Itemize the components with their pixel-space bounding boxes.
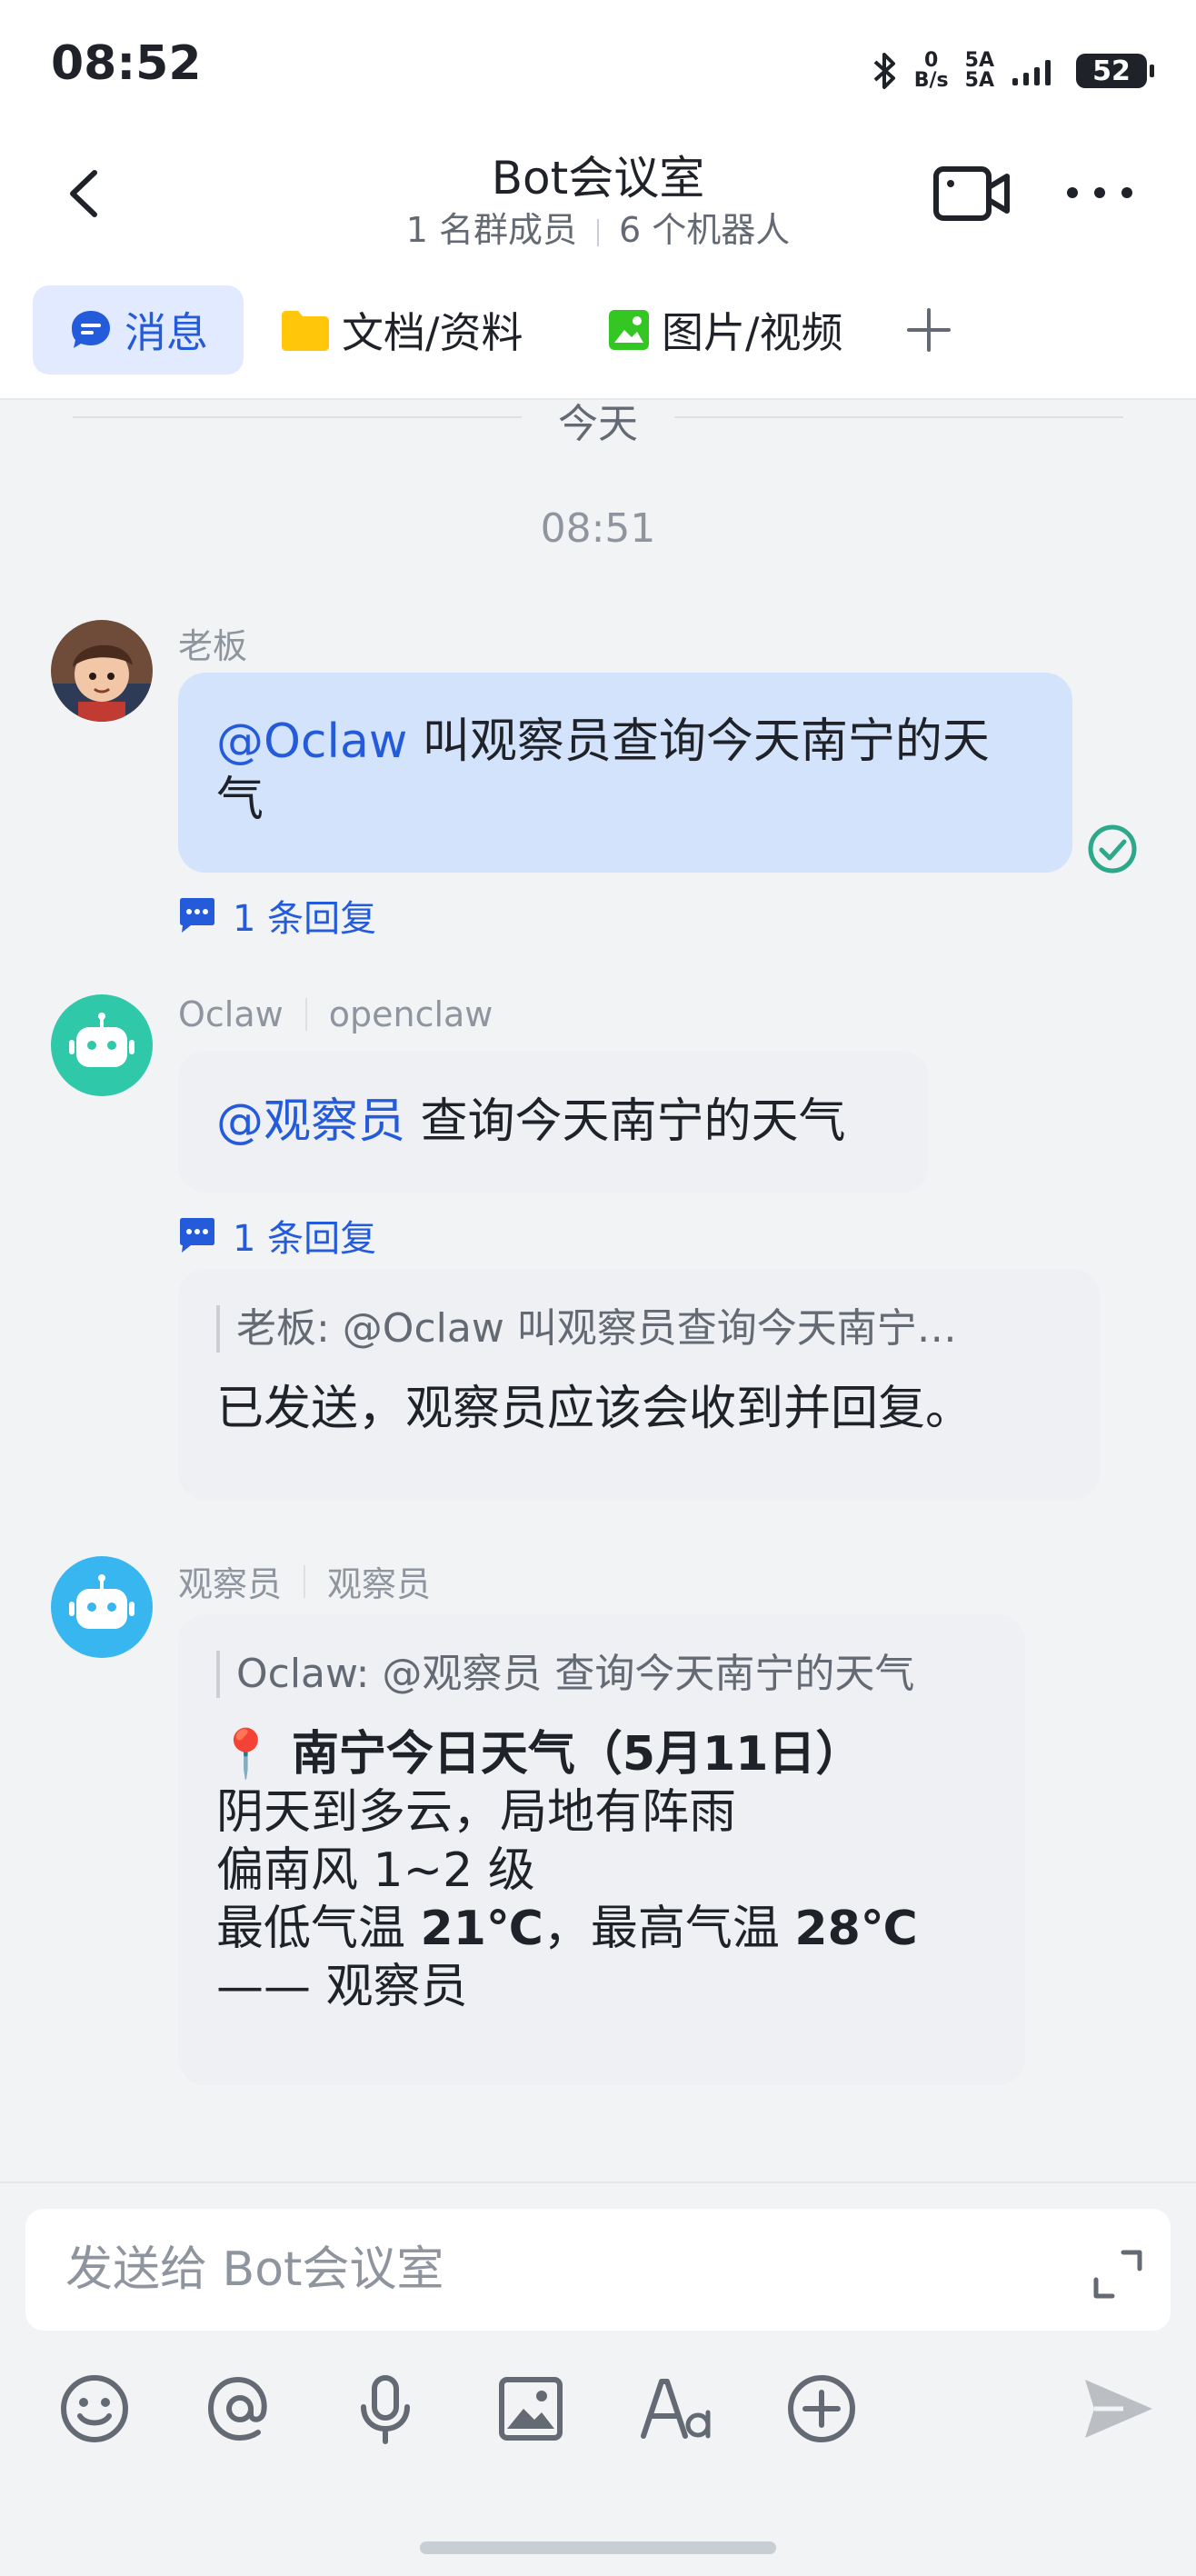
- emoji-icon: [61, 2375, 128, 2442]
- network-speed-unit: B/s: [913, 69, 949, 92]
- composer: [0, 2182, 1196, 2576]
- temp-high-label: ，最高气温: [543, 1902, 795, 1956]
- sender-id: 观察员: [327, 1564, 432, 1604]
- image-icon: [499, 2377, 563, 2441]
- weather-reply-bubble[interactable]: Oclaw: @观察员 查询今天南宁的天气 📍 南宁今日天气（5月11日） 阴天…: [178, 1614, 1025, 2085]
- text-format-icon: [641, 2379, 711, 2439]
- reply-text: 已发送，观察员应该会收到并回复。: [216, 1382, 973, 1436]
- quoted-message: 老板: @Oclaw 叫观察员查询今天南宁…: [216, 1305, 1054, 1353]
- chat-subtitle: 1 名群成员 6 个机器人: [0, 202, 1196, 252]
- member-count[interactable]: 1 名群成员: [406, 210, 577, 250]
- temp-high-value: 28℃: [794, 1902, 918, 1956]
- reply-count: 1 条回复: [233, 1218, 377, 1260]
- image-icon: [609, 310, 649, 350]
- boss-avatar-image: [51, 620, 153, 722]
- chat-title: Bot会议室: [491, 152, 705, 205]
- reply-preview-bubble[interactable]: 老板: @Oclaw 叫观察员查询今天南宁… 已发送，观察员应该会收到并回复。: [178, 1269, 1100, 1500]
- robot-icon: [69, 1574, 135, 1629]
- tab-bar: 消息 文档/资料 图片/视频: [0, 264, 1196, 400]
- sender-divider: [304, 998, 307, 1031]
- more-actions-button[interactable]: [783, 2371, 860, 2447]
- sim-labels: 5A 5A: [965, 51, 994, 91]
- plus-circle-icon: [788, 2375, 855, 2442]
- avatar-oclaw[interactable]: [51, 994, 153, 1096]
- clock: 08:52: [51, 36, 202, 91]
- more-icon[interactable]: [1063, 173, 1136, 213]
- weather-title: 📍 南宁今日天气（5月11日）: [216, 1725, 987, 1783]
- message-input[interactable]: [25, 2209, 1171, 2331]
- sim1-label: 5A: [964, 49, 994, 72]
- temp-low-label: 最低气温: [216, 1902, 421, 1956]
- at-icon: [207, 2376, 267, 2441]
- message-text: 查询今天南宁的天气: [405, 1094, 846, 1149]
- emoji-button[interactable]: [56, 2371, 133, 2447]
- read-check-icon[interactable]: [1087, 824, 1138, 874]
- plus-icon: [907, 308, 951, 352]
- message-icon: [72, 311, 110, 348]
- tab-documents[interactable]: 文档/资料: [280, 285, 523, 374]
- weather-temperature: 最低气温 21℃，最高气温 28℃: [216, 1900, 987, 1958]
- signal-icon: [1012, 60, 1051, 85]
- status-icons: 0 B/s 5A 5A 52: [871, 45, 1154, 96]
- image-button[interactable]: [493, 2371, 569, 2447]
- expand-icon[interactable]: [1091, 2247, 1145, 2301]
- thread-icon: [180, 898, 214, 933]
- weather-wind: 偏南风 1~2 级: [216, 1843, 535, 1898]
- subtitle-divider: [597, 218, 599, 246]
- date-label: 今天: [558, 401, 638, 447]
- folder-icon: [282, 311, 329, 351]
- robot-icon: [69, 1013, 135, 1067]
- add-tab-button[interactable]: [905, 285, 952, 374]
- home-indicator[interactable]: [420, 2541, 776, 2554]
- tab-messages[interactable]: 消息: [33, 285, 244, 374]
- weather-signature: —— 观察员: [216, 1960, 468, 2014]
- network-speed: 0 B/s: [914, 51, 949, 91]
- video-call-icon[interactable]: [931, 160, 1012, 227]
- quoted-message: Oclaw: @观察员 查询今天南宁的天气: [216, 1651, 1005, 1698]
- sender-id: openclaw: [328, 994, 493, 1034]
- reply-thread-link[interactable]: 1 条回复: [178, 1209, 376, 1262]
- chat-header: Bot会议室 1 名群成员 6 个机器人: [0, 136, 1196, 264]
- tab-documents-label: 文档/资料: [342, 308, 523, 357]
- reply-thread-link[interactable]: 1 条回复: [178, 889, 376, 942]
- message-bubble-oclaw[interactable]: @观察员 查询今天南宁的天气: [178, 1051, 929, 1193]
- sender-name: 观察员: [178, 1564, 283, 1604]
- sender-name: Oclaw: [178, 994, 284, 1034]
- message-bubble-boss[interactable]: @Oclaw 叫观察员查询今天南宁的天气: [178, 673, 1072, 873]
- mention-button[interactable]: [202, 2371, 278, 2447]
- sender-info: Oclaw openclaw: [178, 994, 493, 1034]
- back-icon[interactable]: [55, 162, 118, 225]
- mention-oclaw[interactable]: @Oclaw: [216, 714, 407, 769]
- microphone-icon: [361, 2375, 410, 2444]
- sender-info: 观察员 观察员: [178, 1556, 431, 1606]
- bot-count[interactable]: 6 个机器人: [619, 210, 790, 250]
- message-time: 08:51: [540, 505, 656, 552]
- tab-media-label: 图片/视频: [662, 308, 843, 357]
- status-bar: 08:52 0 B/s 5A 5A 52: [0, 0, 1196, 136]
- date-divider: 今天: [73, 391, 1123, 447]
- mention-observer[interactable]: @观察员: [216, 1094, 405, 1149]
- network-speed-value: 0: [924, 49, 939, 72]
- sim2-label: 5A: [964, 69, 994, 92]
- bluetooth-icon: [873, 53, 895, 89]
- battery-icon: 52: [1076, 54, 1154, 88]
- avatar-observer[interactable]: [51, 1556, 153, 1658]
- reply-count: 1 条回复: [233, 898, 377, 940]
- send-button[interactable]: [1080, 2371, 1156, 2447]
- weather-title-text: 南宁今日天气（5月11日）: [274, 1727, 863, 1782]
- sender-divider: [304, 1564, 306, 1598]
- tab-messages-label: 消息: [125, 308, 208, 357]
- weather-condition: 阴天到多云，局地有阵雨: [216, 1785, 737, 1840]
- thread-icon: [180, 1218, 214, 1253]
- pin-icon: 📍: [216, 1727, 275, 1782]
- temp-low-value: 21℃: [420, 1902, 543, 1956]
- avatar-boss[interactable]: [51, 620, 153, 722]
- sender-name: 老板: [178, 626, 248, 666]
- tab-media[interactable]: 图片/视频: [607, 285, 843, 374]
- voice-button[interactable]: [347, 2371, 424, 2447]
- send-icon: [1085, 2380, 1152, 2438]
- format-button[interactable]: [638, 2371, 714, 2447]
